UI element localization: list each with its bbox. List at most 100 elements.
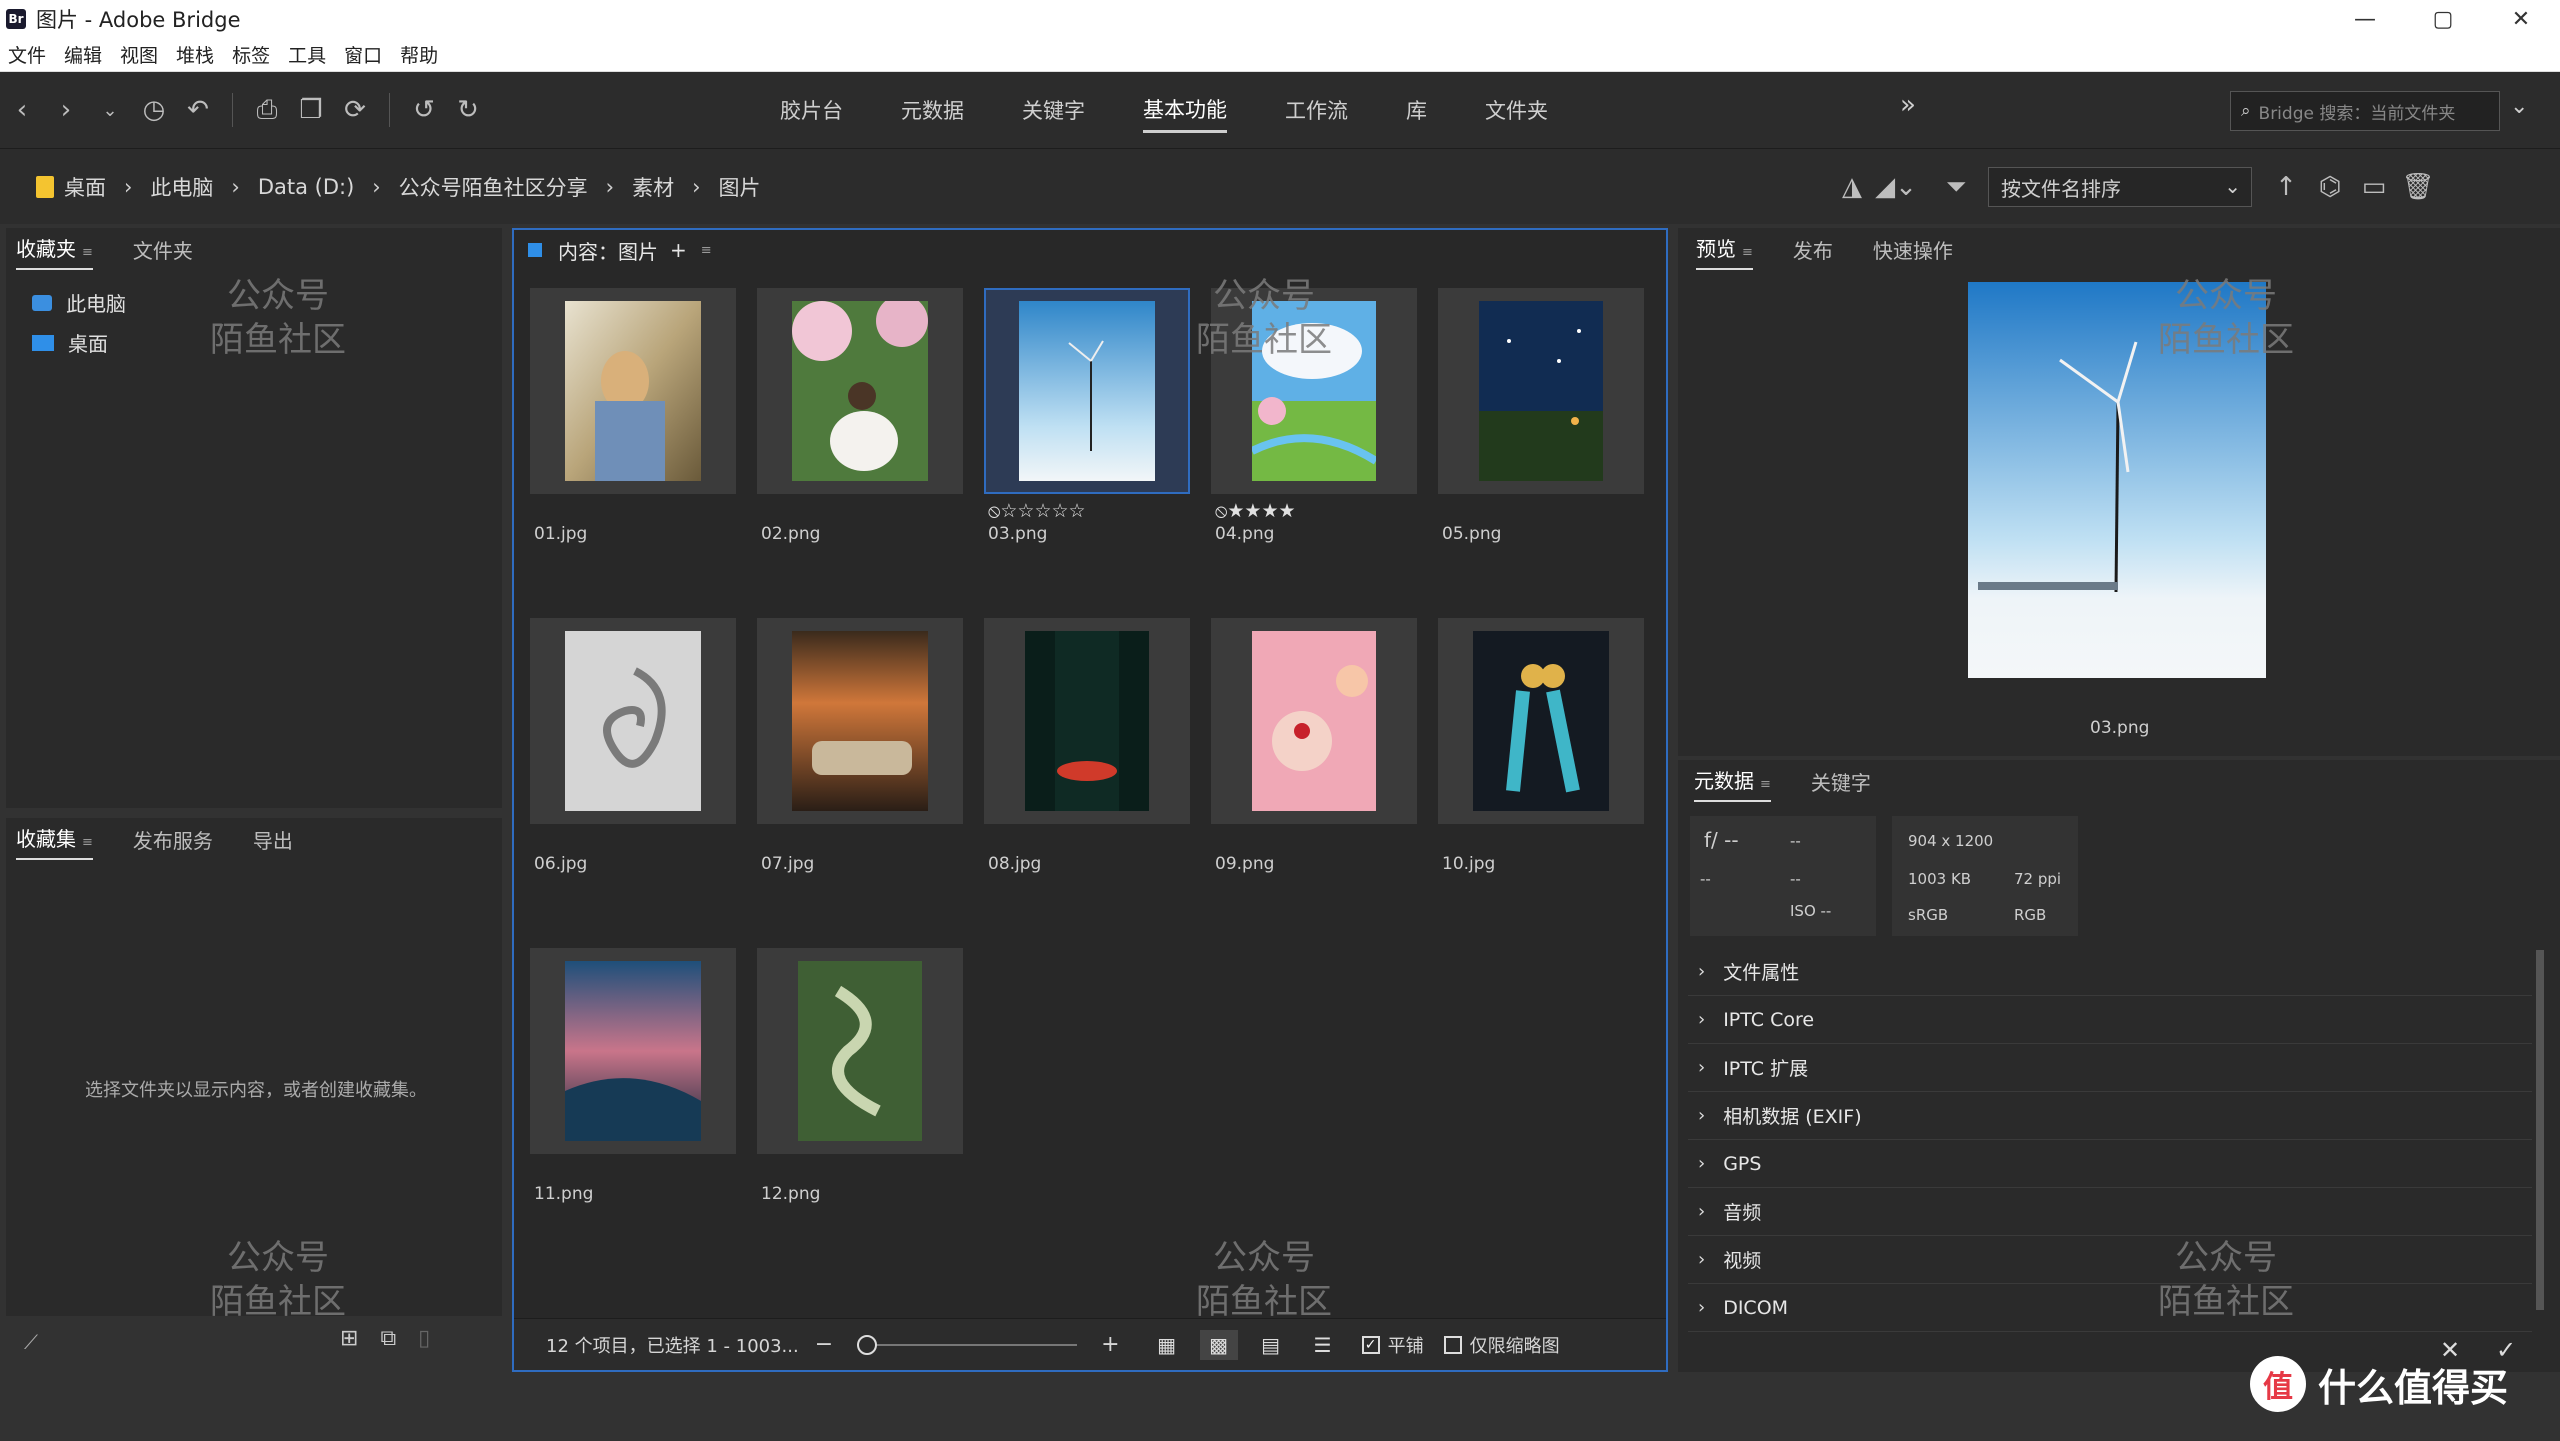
metadata-section-dicom[interactable]: › DICOM bbox=[1688, 1284, 2532, 1332]
workspace-essentials[interactable]: 基本功能 bbox=[1143, 87, 1227, 133]
thumbnail-item[interactable]: 10.jpg bbox=[1438, 618, 1644, 874]
thumbnail-item[interactable]: 05.png bbox=[1438, 288, 1644, 544]
menu-tools[interactable]: 工具 bbox=[288, 41, 326, 68]
menu-edit[interactable]: 编辑 bbox=[64, 41, 102, 68]
thumbnail-item[interactable]: 09.png bbox=[1211, 618, 1417, 874]
tab-preview[interactable]: 预览 ≡ bbox=[1696, 233, 1753, 270]
workspace-workflow[interactable]: 工作流 bbox=[1285, 72, 1348, 148]
thumbnail-item[interactable]: 12.png bbox=[757, 948, 963, 1204]
close-button[interactable]: ✕ bbox=[2482, 0, 2560, 38]
menu-file[interactable]: 文件 bbox=[8, 41, 46, 68]
tab-keywords[interactable]: 关键字 bbox=[1811, 767, 1871, 802]
delete-collection-icon[interactable]: ▯ bbox=[418, 1326, 430, 1351]
menu-label[interactable]: 标签 bbox=[232, 41, 270, 68]
workspace-more-icon[interactable]: » bbox=[1900, 90, 1916, 120]
rotate-right-icon[interactable]: ↻ bbox=[446, 88, 490, 132]
workspace-filmstrip[interactable]: 胶片台 bbox=[780, 72, 843, 148]
thumbnail-item-selected[interactable]: ⦸☆☆☆☆☆ 03.png bbox=[984, 288, 1190, 544]
thumbnail-item[interactable]: 07.jpg bbox=[757, 618, 963, 874]
thumbnail-item[interactable]: 02.png bbox=[757, 288, 963, 544]
breadcrumb-share-folder[interactable]: 公众号陌鱼社区分享 bbox=[399, 172, 588, 202]
metadata-section-audio[interactable]: › 音频 bbox=[1688, 1188, 2532, 1236]
thumbnail-item[interactable]: 11.png bbox=[530, 948, 736, 1204]
chevron-down-icon[interactable]: ⌄ bbox=[88, 88, 132, 132]
trash-icon[interactable]: 🗑 bbox=[2396, 165, 2440, 209]
thumbnail-item[interactable]: 06.jpg bbox=[530, 618, 736, 874]
thumbnail-item[interactable]: 08.jpg bbox=[984, 618, 1190, 874]
tab-favorites[interactable]: 收藏夹 ≡ bbox=[16, 233, 93, 270]
add-tab-icon[interactable]: + bbox=[670, 238, 687, 262]
list-view-icon[interactable]: ☰ bbox=[1304, 1330, 1342, 1360]
breadcrumb-drive[interactable]: Data (D:) bbox=[258, 175, 354, 199]
rating-filter-icon[interactable]: ◢⌄ bbox=[1874, 165, 1918, 209]
metadata-section-exif[interactable]: › 相机数据 (EXIF) bbox=[1688, 1092, 2532, 1140]
panel-menu-icon[interactable]: ≡ bbox=[82, 835, 93, 850]
favorite-this-pc[interactable]: 此电脑 bbox=[32, 288, 126, 317]
refine-icon[interactable]: ❐ bbox=[289, 88, 333, 132]
chevron-down-icon[interactable]: ⌄ bbox=[2510, 94, 2528, 119]
panel-menu-icon[interactable]: ≡ bbox=[82, 245, 93, 260]
tab-publish[interactable]: 发布 bbox=[1793, 235, 1833, 270]
breadcrumb-desktop[interactable]: 桌面 bbox=[64, 172, 106, 202]
thumbnail-item[interactable]: 01.jpg bbox=[530, 288, 736, 544]
new-folder-icon[interactable]: ▭ bbox=[2352, 165, 2396, 209]
tab-publish[interactable]: 发布服务 bbox=[133, 825, 213, 860]
tile-checkbox[interactable]: ✓ bbox=[1361, 1335, 1380, 1354]
tab-metadata[interactable]: 元数据 ≡ bbox=[1694, 765, 1771, 802]
workspace-keywords[interactable]: 关键字 bbox=[1022, 72, 1085, 148]
metadata-section-iptc-extension[interactable]: › IPTC 扩展 bbox=[1688, 1044, 2532, 1092]
tab-collections[interactable]: 收藏集 ≡ bbox=[16, 823, 93, 860]
details-view-icon[interactable]: ▤ bbox=[1252, 1330, 1290, 1360]
rotate-left-icon[interactable]: ↺ bbox=[402, 88, 446, 132]
return-to-app-icon[interactable]: ↶ bbox=[176, 88, 220, 132]
menu-window[interactable]: 窗口 bbox=[344, 41, 382, 68]
thumbnails-only-checkbox[interactable] bbox=[1443, 1335, 1462, 1354]
minimize-button[interactable]: — bbox=[2326, 0, 2404, 38]
grid-lock-icon[interactable]: ▦ bbox=[1148, 1330, 1186, 1360]
recent-history-icon[interactable]: ◷ bbox=[132, 88, 176, 132]
panel-menu-icon[interactable]: ≡ bbox=[1760, 777, 1771, 792]
zoom-out-icon[interactable]: − bbox=[815, 1332, 833, 1357]
forward-icon[interactable]: › bbox=[44, 88, 88, 132]
search-input[interactable]: ⌕ Bridge 搜索：当前文件夹 bbox=[2230, 91, 2500, 131]
batch-rename-icon[interactable]: ⟳ bbox=[333, 88, 377, 132]
back-icon[interactable]: ‹ bbox=[0, 88, 44, 132]
workspace-library[interactable]: 库 bbox=[1406, 72, 1427, 148]
sort-ascending-icon[interactable]: ↑ bbox=[2264, 165, 2308, 209]
metadata-section-iptc-core[interactable]: › IPTC Core bbox=[1688, 996, 2532, 1044]
tab-quick-actions[interactable]: 快速操作 bbox=[1873, 235, 1953, 270]
panel-menu-icon[interactable]: ≡ bbox=[1742, 245, 1753, 260]
chevron-right-icon: › bbox=[1698, 1057, 1706, 1078]
new-smart-collection-icon[interactable]: ⊞ bbox=[340, 1326, 358, 1351]
open-recent-icon[interactable]: ⌬ bbox=[2308, 165, 2352, 209]
breadcrumb-assets[interactable]: 素材 bbox=[632, 172, 674, 202]
breadcrumb-images[interactable]: 图片 bbox=[718, 172, 760, 202]
menu-stacks[interactable]: 堆栈 bbox=[176, 41, 214, 68]
workspace-folders[interactable]: 文件夹 bbox=[1485, 72, 1548, 148]
metadata-section-video[interactable]: › 视频 bbox=[1688, 1236, 2532, 1284]
maximize-button[interactable]: ▢ bbox=[2404, 0, 2482, 38]
tab-folders[interactable]: 文件夹 bbox=[133, 235, 193, 270]
tab-export[interactable]: 导出 bbox=[253, 825, 293, 860]
camera-import-icon[interactable]: ⎙ bbox=[245, 88, 289, 132]
slider-handle[interactable] bbox=[857, 1334, 878, 1355]
metadata-scrollbar[interactable] bbox=[2536, 950, 2544, 1310]
metadata-section-gps[interactable]: › GPS bbox=[1688, 1140, 2532, 1188]
menu-help[interactable]: 帮助 bbox=[400, 41, 438, 68]
zoom-in-icon[interactable]: + bbox=[1101, 1332, 1119, 1357]
thumbnail-view-icon[interactable]: ▩ bbox=[1199, 1329, 1238, 1360]
breadcrumb-this-pc[interactable]: 此电脑 bbox=[150, 172, 213, 202]
thumbnail-size-slider[interactable] bbox=[857, 1334, 1078, 1355]
favorite-desktop[interactable]: 桌面 bbox=[32, 328, 108, 357]
new-collection-icon[interactable]: ⧉ bbox=[380, 1326, 396, 1351]
panel-menu-icon[interactable]: ≡ bbox=[701, 243, 712, 258]
quality-icon[interactable]: ◮ bbox=[1830, 165, 1874, 209]
sort-dropdown[interactable]: 按文件名排序 ⌄ bbox=[1988, 167, 2252, 207]
metadata-section-file-properties[interactable]: › 文件属性 bbox=[1688, 948, 2532, 996]
resize-handle-icon[interactable]: ⟋ bbox=[24, 1330, 38, 1354]
filter-icon[interactable]: ⏷ bbox=[1934, 165, 1978, 209]
workspace-metadata[interactable]: 元数据 bbox=[901, 72, 964, 148]
rating-stars[interactable]: ⦸☆☆☆☆☆ bbox=[988, 500, 1086, 522]
menu-view[interactable]: 视图 bbox=[120, 41, 158, 68]
rating-stars[interactable]: ⦸★★★★ bbox=[1215, 500, 1296, 522]
